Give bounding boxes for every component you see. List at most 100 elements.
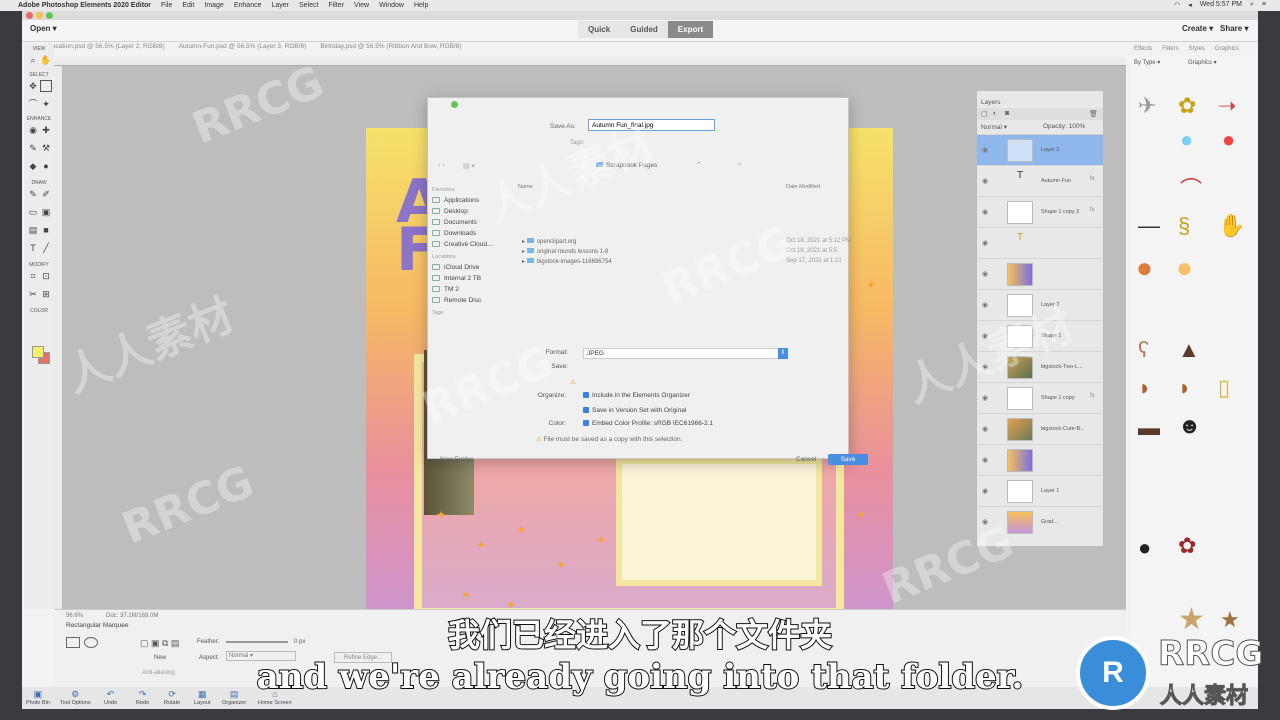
share-button[interactable]: Share ▾ xyxy=(1220,24,1248,33)
basketball-graphic-icon[interactable]: ● xyxy=(1136,254,1153,282)
hair-graphic-icon[interactable]: ▲ xyxy=(1178,338,1200,362)
bubble-graphic-icon[interactable]: ● xyxy=(1180,128,1193,152)
sponge-tool-icon[interactable]: ● xyxy=(40,160,52,172)
column-name[interactable]: Name xyxy=(518,184,533,190)
layer-row[interactable]: ◉ bigstock-Two-L... xyxy=(977,351,1103,382)
visibility-eye-icon[interactable]: ◉ xyxy=(982,394,988,402)
pencil-tool-icon[interactable]: ✐ xyxy=(40,188,52,200)
menu-enhance[interactable]: Enhance xyxy=(234,2,262,9)
back-forward-icon[interactable]: ‹ › xyxy=(438,162,445,169)
visibility-eye-icon[interactable]: ◉ xyxy=(982,270,988,278)
arrow-graphic-icon[interactable]: ➝ xyxy=(1218,94,1236,118)
tab-expert[interactable]: Export xyxy=(667,21,714,38)
visibility-eye-icon[interactable]: ◉ xyxy=(982,425,988,433)
magic-wand-icon[interactable]: ✦ xyxy=(40,98,52,110)
doc-tab[interactable]: Autumn-Fun.psd @ 56.5% (Layer 3, RGB/8) xyxy=(179,43,307,50)
content-move-icon[interactable]: ⊞ xyxy=(40,288,52,300)
expand-chevron-icon[interactable]: ⌃ xyxy=(696,161,702,169)
search-icon[interactable]: ⌕ xyxy=(738,161,742,169)
cat-graphic-icon[interactable]: ☻ xyxy=(1178,414,1201,438)
tab-effects[interactable]: Effects xyxy=(1134,46,1152,52)
menu-list-icon[interactable]: ≡ xyxy=(1262,1,1266,9)
visibility-eye-icon[interactable]: ◉ xyxy=(982,208,988,216)
belt-graphic-icon[interactable]: ▬ xyxy=(1138,416,1160,440)
layer-row[interactable]: ◉ Layer 2 xyxy=(977,289,1103,320)
sidebar-item-desktop[interactable]: Desktop xyxy=(432,206,512,217)
menu-select[interactable]: Select xyxy=(299,2,318,9)
view-mode-icon[interactable]: ▤ ▾ xyxy=(463,162,475,170)
line-graphic-icon[interactable]: — xyxy=(1138,214,1160,238)
brush-tool-icon[interactable]: ✎ xyxy=(27,188,39,200)
menu-edit[interactable]: Edit xyxy=(182,2,194,9)
app-menu[interactable]: Adobe Photoshop Elements 2020 Editor xyxy=(18,2,151,9)
layer-row[interactable]: ◉ Grad... xyxy=(977,506,1103,537)
straighten-tool-icon[interactable]: ✂ xyxy=(27,288,39,300)
spring-graphic-icon[interactable]: § xyxy=(1178,214,1190,238)
visibility-eye-icon[interactable]: ◉ xyxy=(982,146,988,154)
blend-mode-select[interactable]: Normal ▾ xyxy=(981,123,1007,131)
wifi-icon[interactable]: ◠ xyxy=(1174,1,1180,9)
tab-graphics[interactable]: Graphics xyxy=(1215,46,1239,52)
doc-tab[interactable]: Birthday.psd @ 56.5% (Ribbon And Bow, RG… xyxy=(320,43,461,50)
list-item[interactable]: ▸ openclipart.org Oct 18, 2021 at 5:12 PM xyxy=(522,238,851,245)
folder-popup[interactable]: Scrapbook Pages xyxy=(596,162,657,169)
menu-window[interactable]: Window xyxy=(379,2,404,9)
blur-tool-icon[interactable]: ◆ xyxy=(27,160,39,172)
list-item[interactable]: ▸ original rounds lessons 1-8 Oct 18, 202… xyxy=(522,248,837,255)
beard-graphic-icon[interactable]: ◗ xyxy=(1138,376,1151,400)
menu-help[interactable]: Help xyxy=(414,2,428,9)
layer-row[interactable]: ◉ Layer 1 xyxy=(977,475,1103,506)
beard-graphic-icon[interactable]: ◗ xyxy=(1178,376,1191,400)
pencil-line-icon[interactable]: ╱ xyxy=(40,242,52,254)
adjustment-layer-icon[interactable]: ◐ xyxy=(993,110,997,117)
zoom-window-icon[interactable] xyxy=(46,12,53,19)
layer-row[interactable]: ◉ bigstock-Cute-B... xyxy=(977,413,1103,444)
foreground-color-swatch[interactable] xyxy=(32,346,44,358)
shape-tool-icon[interactable]: ■ xyxy=(40,224,52,236)
sidebar-item-creative-cloud[interactable]: Creative Cloud... xyxy=(432,239,512,250)
lasso-tool-icon[interactable]: ⌒ xyxy=(27,98,39,110)
beachball-graphic-icon[interactable]: ● xyxy=(1176,254,1193,282)
layer-row[interactable]: ◉ Layer 3 xyxy=(977,134,1103,165)
by-type-select[interactable]: By Type ▾ xyxy=(1134,59,1160,66)
layer-row[interactable]: ◉ Shape 1 copy fx xyxy=(977,382,1103,413)
layer-row[interactable]: ◉ Shape 1 copy 2 fx xyxy=(977,196,1103,227)
trash-icon[interactable]: 🗑 xyxy=(1089,110,1098,118)
create-button[interactable]: Create ▾ xyxy=(1182,24,1213,33)
save-as-input[interactable] xyxy=(588,119,715,131)
organizer-checkbox[interactable]: Include in the Elements Organizer xyxy=(583,392,690,399)
menu-filter[interactable]: Filter xyxy=(328,2,344,9)
visibility-eye-icon[interactable]: ◉ xyxy=(982,363,988,371)
list-item[interactable]: ▸ bigstock-images-116696754 Sep 17, 2021 … xyxy=(522,258,842,265)
layer-row[interactable]: ◉ xyxy=(977,258,1103,289)
open-button[interactable]: Open ▾ xyxy=(30,24,57,33)
menu-layer[interactable]: Layer xyxy=(271,2,289,9)
search-icon[interactable]: ⌕ xyxy=(1250,1,1254,9)
eraser-tool-icon[interactable]: ▭ xyxy=(27,206,39,218)
tab-filters[interactable]: Filters xyxy=(1162,46,1178,52)
tab-styles[interactable]: Styles xyxy=(1189,46,1205,52)
visibility-eye-icon[interactable]: ◉ xyxy=(982,332,988,340)
beer-graphic-icon[interactable]: ▯ xyxy=(1218,376,1230,400)
button-graphic-icon[interactable]: ● xyxy=(1222,128,1235,152)
sidebar-item-downloads[interactable]: Downloads xyxy=(432,228,512,239)
layer-row[interactable]: ◉ T Autumn Fun fx xyxy=(977,165,1103,196)
new-layer-icon[interactable]: ▢ xyxy=(981,110,988,118)
graphics-category-select[interactable]: Graphics ▾ xyxy=(1188,59,1217,66)
smart-brush-icon[interactable]: ✎ xyxy=(27,142,39,154)
opacity-control[interactable]: Opacity: 100% xyxy=(1043,123,1085,130)
spot-heal-icon[interactable]: ✚ xyxy=(40,124,52,136)
glove-graphic-icon[interactable]: ✋ xyxy=(1218,214,1245,238)
gradient-tool-icon[interactable]: ▤ xyxy=(27,224,39,236)
visibility-eye-icon[interactable]: ◉ xyxy=(982,518,988,526)
sidebar-item-remote-disc[interactable]: Remote Disc xyxy=(432,295,512,306)
visibility-eye-icon[interactable]: ◉ xyxy=(982,301,988,309)
recompose-tool-icon[interactable]: ⊡ xyxy=(40,270,52,282)
dialog-zoom-icon[interactable] xyxy=(451,101,458,108)
new-folder-button[interactable]: New Folder xyxy=(440,456,473,463)
hand-tool-icon[interactable]: ✋ xyxy=(40,54,52,66)
eye-tool-icon[interactable]: ◉ xyxy=(27,124,39,136)
color-profile-checkbox[interactable]: Embed Color Profile: sRGB IEC61966-2.1 xyxy=(583,420,713,427)
teddy-bear-graphic-icon[interactable]: ʕ xyxy=(1138,338,1149,362)
visibility-eye-icon[interactable]: ◉ xyxy=(982,239,988,247)
